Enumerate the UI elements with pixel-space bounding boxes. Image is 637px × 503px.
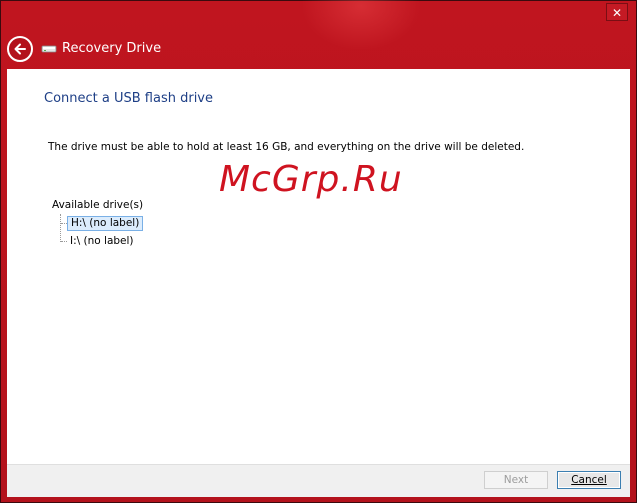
window-title: Recovery Drive	[62, 41, 162, 56]
recovery-drive-window: ✕ Recovery Drive Connect a USB flash dri…	[0, 0, 637, 503]
page-heading: Connect a USB flash drive	[44, 91, 213, 106]
drive-item-i[interactable]: I:\ (no label)	[67, 234, 137, 249]
footer-bar: Next Cancel	[7, 464, 630, 497]
tree-connector-vertical	[60, 214, 61, 242]
next-button[interactable]: Next	[484, 471, 548, 489]
cancel-button-label: Cancel	[571, 474, 607, 486]
back-button[interactable]	[7, 36, 33, 62]
watermark-text: McGrp.Ru	[219, 159, 403, 200]
back-arrow-icon	[14, 43, 26, 55]
instruction-text: The drive must be able to hold at least …	[48, 141, 525, 153]
content-area: Connect a USB flash drive The drive must…	[7, 69, 630, 464]
next-button-label: Next	[503, 474, 529, 486]
usb-drive-icon	[41, 45, 57, 53]
drive-item-h[interactable]: H:\ (no label)	[67, 216, 144, 231]
cancel-button[interactable]: Cancel	[557, 471, 621, 489]
title-glow	[301, 0, 421, 51]
title-bar: ✕ Recovery Drive	[1, 0, 636, 69]
close-icon: ✕	[611, 6, 623, 20]
close-button[interactable]: ✕	[606, 3, 628, 21]
available-drives-label: Available drive(s)	[52, 199, 144, 211]
